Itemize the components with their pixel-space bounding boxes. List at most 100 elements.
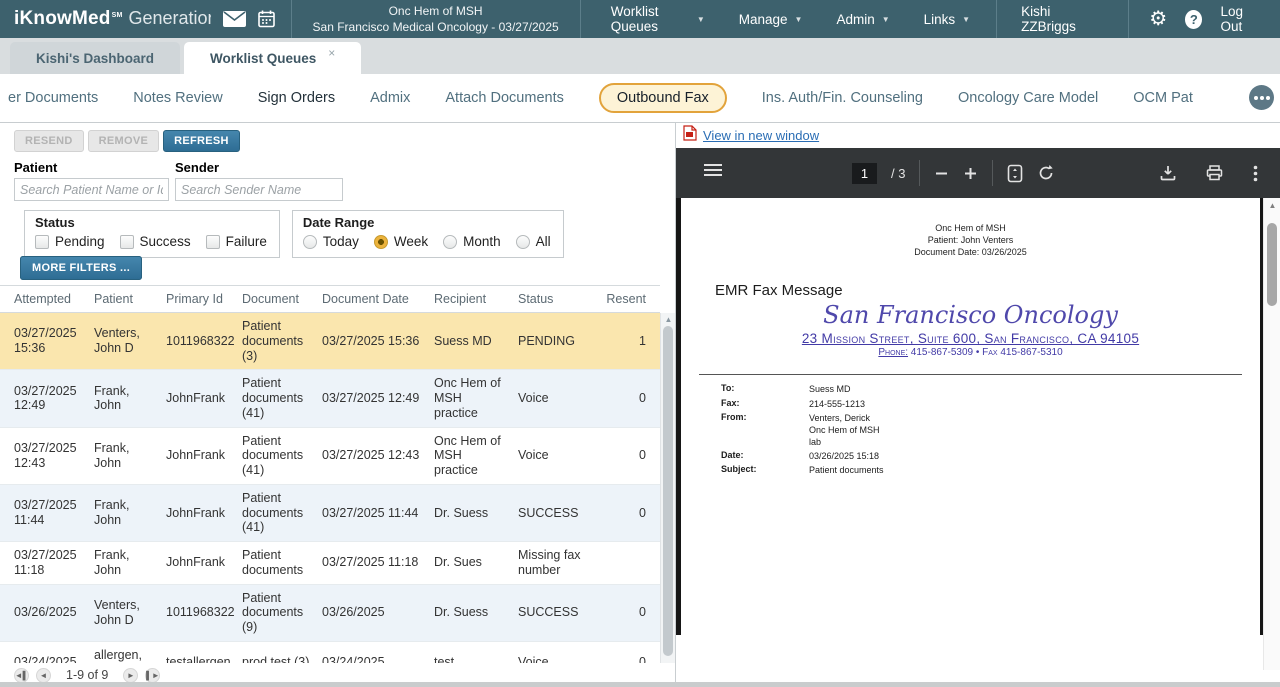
practice-name: Onc Hem of MSH — [292, 3, 580, 19]
table-row[interactable]: 03/27/2025 15:36Venters, John D101196832… — [0, 313, 660, 370]
date-range-radio-month[interactable]: Month — [443, 234, 501, 249]
prev-page-button[interactable]: ◄ — [36, 668, 51, 683]
practice-phone-fax: Phone: 415-867-5309 • Fax 415-867-5310 — [681, 347, 1260, 358]
rotate-icon[interactable] — [1037, 164, 1055, 182]
close-icon[interactable]: × — [328, 46, 335, 60]
patient-search-input[interactable] — [14, 178, 169, 201]
subtab-admix[interactable]: Admix — [370, 90, 410, 106]
fit-page-icon[interactable] — [1007, 164, 1023, 183]
cell-status: Voice — [512, 427, 598, 484]
date-range-radio-all[interactable]: All — [516, 234, 551, 249]
checkbox-icon[interactable] — [120, 235, 134, 249]
radio-icon[interactable] — [443, 235, 457, 249]
zoom-out-icon[interactable] — [934, 166, 949, 181]
cell-patient: Frank, John — [88, 370, 160, 427]
menu-admin[interactable]: Admin▼ — [836, 4, 889, 34]
subtab-notes-review[interactable]: Notes Review — [133, 90, 222, 106]
more-tabs-ellipsis-icon[interactable] — [1249, 85, 1274, 110]
outbound-fax-panel: RESEND REMOVE REFRESH Patient Sender Sta… — [0, 123, 676, 687]
column-header-document[interactable]: Document — [236, 286, 316, 313]
date-range-radio-week[interactable]: Week — [374, 234, 428, 249]
date-range-radio-today[interactable]: Today — [303, 234, 359, 249]
column-header-status[interactable]: Status — [512, 286, 598, 313]
column-header-patient[interactable]: Patient — [88, 286, 160, 313]
cell-patient: Venters, John D — [88, 313, 160, 370]
radio-icon[interactable] — [516, 235, 530, 249]
fax-preview-panel: View in new window 1 / 3 — [676, 123, 1280, 687]
cell-attempted: 03/24/2025 — [0, 641, 88, 663]
radio-icon[interactable] — [374, 235, 388, 249]
table-row[interactable]: 03/27/2025 12:49Frank, JohnJohnFrankPati… — [0, 370, 660, 427]
subtab-ocm-pat[interactable]: OCM Pat — [1133, 90, 1193, 106]
column-header-resent[interactable]: Resent — [598, 286, 660, 313]
checkbox-icon[interactable] — [35, 235, 49, 249]
pdf-scroll-up-icon[interactable]: ▲ — [1264, 201, 1280, 210]
scroll-up-icon[interactable]: ▲ — [661, 315, 675, 324]
status-checkbox-failure[interactable]: Failure — [206, 234, 267, 249]
zoom-in-icon[interactable] — [963, 166, 978, 181]
column-header-document-date[interactable]: Document Date — [316, 286, 428, 313]
table-row[interactable]: 03/24/2025allergen, Testtestallergenprod… — [0, 641, 660, 663]
table-scrollbar[interactable]: ▲ ▼ — [660, 313, 675, 663]
menu-worklist-queues[interactable]: Worklist Queues▼ — [611, 4, 705, 34]
help-icon[interactable]: ? — [1185, 10, 1202, 29]
view-in-new-window-link[interactable]: View in new window — [703, 128, 819, 143]
fax-table-container: AttemptedPatientPrimary IdDocumentDocume… — [0, 285, 675, 663]
last-page-button[interactable]: ▌► — [145, 668, 160, 683]
fax-message-title: EMR Fax Message — [715, 282, 1260, 299]
table-row[interactable]: 03/27/2025 11:44Frank, JohnJohnFrankPati… — [0, 484, 660, 541]
cell-patient: Frank, John — [88, 542, 160, 585]
calendar-icon[interactable] — [258, 10, 275, 28]
scrollbar-thumb[interactable] — [663, 326, 673, 656]
subtab-ins-auth-fin-counseling[interactable]: Ins. Auth/Fin. Counseling — [762, 90, 923, 106]
cell-document: Patient documents (9) — [236, 584, 316, 641]
table-row[interactable]: 03/27/2025 11:18Frank, JohnJohnFrankPati… — [0, 542, 660, 585]
cell-primary-id: JohnFrank — [160, 427, 236, 484]
subtab-oncology-care-model[interactable]: Oncology Care Model — [958, 90, 1098, 106]
cell-recipient: test — [428, 641, 512, 663]
cell-status: PENDING — [512, 313, 598, 370]
table-row[interactable]: 03/27/2025 12:43Frank, JohnJohnFrankPati… — [0, 427, 660, 484]
gear-icon[interactable]: ⚙ — [1149, 9, 1167, 29]
app-window: iKnowMedSM Generation Onc Hem of MSH San… — [0, 0, 1280, 687]
first-page-button[interactable]: ◄▌ — [14, 668, 29, 683]
subtab-attach-documents[interactable]: Attach Documents — [445, 90, 563, 106]
column-header-recipient[interactable]: Recipient — [428, 286, 512, 313]
fax-field-label: Fax: — [721, 398, 809, 410]
refresh-button[interactable]: REFRESH — [163, 130, 240, 152]
more-options-icon[interactable] — [1253, 165, 1258, 182]
more-filters-button[interactable]: MORE FILTERS ... — [20, 256, 142, 280]
logout-button[interactable]: Log Out — [1220, 4, 1264, 34]
remove-button[interactable]: REMOVE — [88, 130, 159, 152]
resend-button[interactable]: RESEND — [14, 130, 84, 152]
download-icon[interactable] — [1160, 165, 1176, 181]
table-row[interactable]: 03/26/2025Venters, John D1011968322Patie… — [0, 584, 660, 641]
status-checkbox-pending[interactable]: Pending — [35, 234, 105, 249]
window-bottom-edge — [0, 682, 1280, 687]
tab-worklist-queues[interactable]: Worklist Queues × — [184, 42, 361, 74]
pdf-scrollbar-thumb[interactable] — [1267, 223, 1277, 306]
subtab-er-documents[interactable]: er Documents — [8, 90, 98, 106]
current-user[interactable]: Kishi ZZBriggs — [996, 0, 1129, 38]
cell-status: Missing fax number — [512, 542, 598, 585]
checkbox-icon[interactable] — [206, 235, 220, 249]
pdf-menu-icon[interactable] — [704, 163, 722, 177]
radio-icon[interactable] — [303, 235, 317, 249]
pdf-scrollbar[interactable]: ▲ — [1263, 198, 1280, 670]
pdf-page-input[interactable]: 1 — [852, 163, 877, 184]
messages-icon[interactable] — [223, 11, 246, 27]
pdf-toolbar: 1 / 3 — [676, 148, 1280, 198]
menu-links[interactable]: Links▼ — [924, 4, 970, 34]
column-header-primary-id[interactable]: Primary Id — [160, 286, 236, 313]
subtab-sign-orders[interactable]: Sign Orders — [258, 90, 335, 106]
menu-manage[interactable]: Manage▼ — [739, 4, 803, 34]
subtab-outbound-fax[interactable]: Outbound Fax — [599, 83, 727, 113]
status-checkbox-success[interactable]: Success — [120, 234, 191, 249]
sender-search-input[interactable] — [175, 178, 343, 201]
next-page-button[interactable]: ► — [123, 668, 138, 683]
print-icon[interactable] — [1206, 165, 1223, 181]
tab-kishis-dashboard[interactable]: Kishi's Dashboard — [10, 42, 180, 74]
fax-page-header: Onc Hem of MSH Patient: John Venters Doc… — [681, 222, 1260, 258]
cell-document: Patient documents (41) — [236, 370, 316, 427]
column-header-attempted[interactable]: Attempted — [0, 286, 88, 313]
